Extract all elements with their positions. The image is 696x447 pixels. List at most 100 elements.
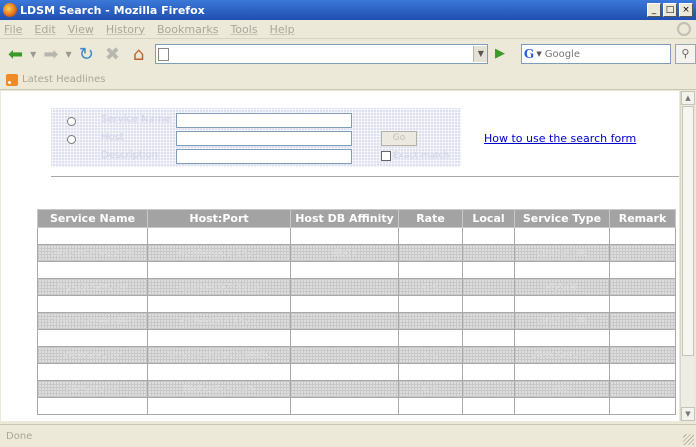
search-engine-icon[interactable]: G [524, 46, 535, 62]
table-cell [290, 295, 399, 313]
table-cell [462, 312, 515, 330]
table-cell [462, 244, 515, 262]
table-cell [462, 397, 515, 415]
forward-dropdown-icon[interactable]: ▼ [66, 50, 72, 59]
url-input[interactable] [169, 46, 474, 62]
back-dropdown-icon[interactable]: ▼ [30, 50, 36, 59]
table-row[interactable] [37, 397, 676, 415]
menu-view[interactable]: View [68, 23, 94, 36]
menu-edit[interactable]: Edit [34, 23, 55, 36]
service-name-input[interactable] [176, 113, 352, 128]
table-cell [609, 380, 676, 398]
url-bar[interactable]: ▼ [155, 44, 489, 64]
menu-file[interactable]: File [4, 23, 22, 36]
rss-feed-icon [6, 73, 18, 86]
table-cell [462, 261, 515, 279]
table-cell [514, 397, 610, 415]
page-content: Service Name Host Go Description Exact m… [1, 91, 679, 421]
reload-icon[interactable]: ↻ [75, 43, 98, 65]
search-engine-dropdown-icon[interactable]: ▼ [536, 50, 541, 58]
table-row[interactable] [37, 227, 676, 245]
col-service-type[interactable]: Service Type [514, 209, 610, 228]
table-cell [514, 227, 610, 245]
table-cell: apphost02:3306 [147, 278, 291, 296]
col-host-db-affinity[interactable]: Host DB Affinity [290, 209, 399, 228]
url-history-dropdown-icon[interactable]: ▼ [473, 46, 488, 62]
label-host: Host [101, 132, 124, 143]
table-row[interactable] [37, 329, 676, 347]
table-cell: OracleServiceDB [37, 244, 148, 262]
vertical-scrollbar[interactable]: ▲ ▼ [680, 91, 695, 421]
table-row[interactable]: OracleServiceRPT rpthost03:1521 2.0 Oracle … [37, 312, 676, 330]
table-row[interactable] [37, 295, 676, 313]
section-divider [51, 176, 679, 177]
search-magnifier-icon[interactable]: ⚲ [674, 44, 696, 64]
table-cell [37, 363, 148, 381]
table-cell: 0.8 [398, 380, 463, 398]
radio-host[interactable] [67, 135, 76, 144]
table-row[interactable]: FileService filehost05:445 0.8 File [37, 380, 676, 398]
description-input[interactable] [176, 149, 352, 164]
page-icon [158, 47, 170, 61]
bookmarks-toolbar: Latest Headlines [0, 70, 696, 90]
back-arrow-icon[interactable]: ⬅ [4, 43, 27, 65]
maximize-button[interactable]: □ [663, 3, 677, 17]
exact-match-checkbox[interactable] [381, 151, 391, 161]
stop-icon[interactable]: ✖ [101, 43, 124, 65]
menu-history[interactable]: History [106, 23, 145, 36]
results-header-row: Service Name Host:Port Host DB Affinity … [37, 209, 676, 228]
status-bar: Done [0, 424, 696, 447]
table-row[interactable]: OracleServiceDB webhost01:1521 db01 1.0 Orac… [37, 244, 676, 262]
close-button[interactable]: × [679, 3, 693, 17]
bookmark-latest-headlines[interactable]: Latest Headlines [22, 74, 106, 85]
menu-tools[interactable]: Tools [230, 23, 257, 36]
table-cell [147, 295, 291, 313]
table-cell [147, 329, 291, 347]
search-form: Service Name Host Go Description Exact m… [51, 108, 461, 167]
table-row[interactable]: WebService serviceshost04:8080 1.0 Web Serv… [37, 346, 676, 364]
host-input[interactable] [176, 131, 352, 146]
forward-arrow-icon[interactable]: ➡ [39, 43, 62, 65]
table-cell [290, 329, 399, 347]
go-arrow-icon[interactable]: ▶ [491, 45, 508, 63]
col-remark[interactable]: Remark [609, 209, 676, 228]
minimize-button[interactable]: _ [647, 3, 661, 17]
table-row[interactable] [37, 261, 676, 279]
menu-help[interactable]: Help [270, 23, 295, 36]
scroll-down-arrow-icon[interactable]: ▼ [681, 407, 695, 421]
window-titlebar: LDSM Search - Mozilla Firefox _ □ × [0, 0, 696, 20]
col-rate[interactable]: Rate [398, 209, 463, 228]
radio-service-name[interactable] [67, 117, 76, 126]
status-text: Done [6, 430, 33, 442]
window-controls: _ □ × [647, 3, 693, 17]
table-cell [147, 261, 291, 279]
table-cell [609, 363, 676, 381]
results-table: Service Name Host:Port Host DB Affinity … [37, 209, 676, 415]
web-search-input[interactable] [544, 48, 670, 60]
label-service-name: Service Name [101, 114, 171, 125]
scroll-up-arrow-icon[interactable]: ▲ [681, 91, 695, 105]
table-row[interactable]: MySQLService apphost02:3306 0.5 MySQL [37, 278, 676, 296]
go-button[interactable]: Go [381, 131, 417, 146]
menu-bookmarks[interactable]: Bookmarks [157, 23, 218, 36]
table-cell [398, 397, 463, 415]
table-cell [462, 380, 515, 398]
table-cell [398, 261, 463, 279]
col-local[interactable]: Local [462, 209, 515, 228]
home-icon[interactable]: ⌂ [127, 43, 150, 65]
search-help-link[interactable]: How to use the search form [484, 132, 636, 145]
table-cell [609, 295, 676, 313]
table-cell: MySQL [514, 278, 610, 296]
table-row[interactable] [37, 363, 676, 381]
table-cell: OracleServiceRPT [37, 312, 148, 330]
table-cell [290, 346, 399, 364]
scrollbar-thumb[interactable] [682, 106, 694, 356]
resize-grip-icon[interactable] [683, 434, 694, 445]
table-cell [290, 278, 399, 296]
col-host-port[interactable]: Host:Port [147, 209, 291, 228]
search-bar[interactable]: G ▼ [520, 44, 671, 64]
table-cell [290, 227, 399, 245]
col-service-name[interactable]: Service Name [37, 209, 148, 228]
table-cell [290, 312, 399, 330]
table-cell: 2.0 [398, 312, 463, 330]
